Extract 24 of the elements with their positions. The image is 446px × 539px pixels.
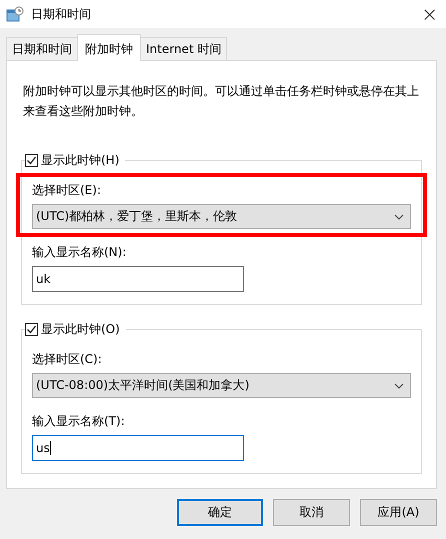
checkbox-label: 显示此时钟(O) [41, 321, 120, 338]
input-field[interactable]: uk [32, 266, 244, 292]
checkbox[interactable] [25, 154, 38, 167]
tab[interactable]: 日期和时间 [6, 37, 78, 60]
checkbox-label: 显示此时钟(H) [41, 152, 120, 169]
field-label: 选择时区(E): [32, 182, 102, 199]
chevron-down-icon [394, 382, 404, 388]
field-label: 选择时区(C): [32, 351, 103, 368]
close-button[interactable]: × [421, 4, 438, 24]
input-field[interactable]: us [32, 435, 244, 461]
tab[interactable]: 附加时钟 [77, 34, 141, 61]
field-label: 输入显示名称(T): [32, 413, 126, 430]
tab[interactable]: Internet 时间 [140, 37, 228, 60]
window-title: 日期和时间 [31, 6, 92, 22]
timezone-dropdown[interactable]: (UTC)都柏林，爱丁堡，里斯本，伦敦 [32, 204, 411, 229]
dialog-button[interactable]: 确定 [177, 499, 263, 526]
dialog-button[interactable]: 应用(A) [360, 499, 437, 526]
description-text: 附加时钟可以显示其他时区的时间。可以通过单击任务栏时钟或悬停在其上来查看这些附加时钟。 [23, 83, 420, 120]
field-label: 输入显示名称(N): [32, 244, 128, 261]
calendar-clock-icon [6, 6, 24, 22]
timezone-dropdown[interactable]: (UTC-08:00)太平洋时间(美国和加拿大) [32, 373, 411, 398]
dialog-button[interactable]: 取消 [273, 499, 350, 526]
checkbox[interactable] [25, 323, 38, 336]
chevron-down-icon [394, 214, 404, 220]
